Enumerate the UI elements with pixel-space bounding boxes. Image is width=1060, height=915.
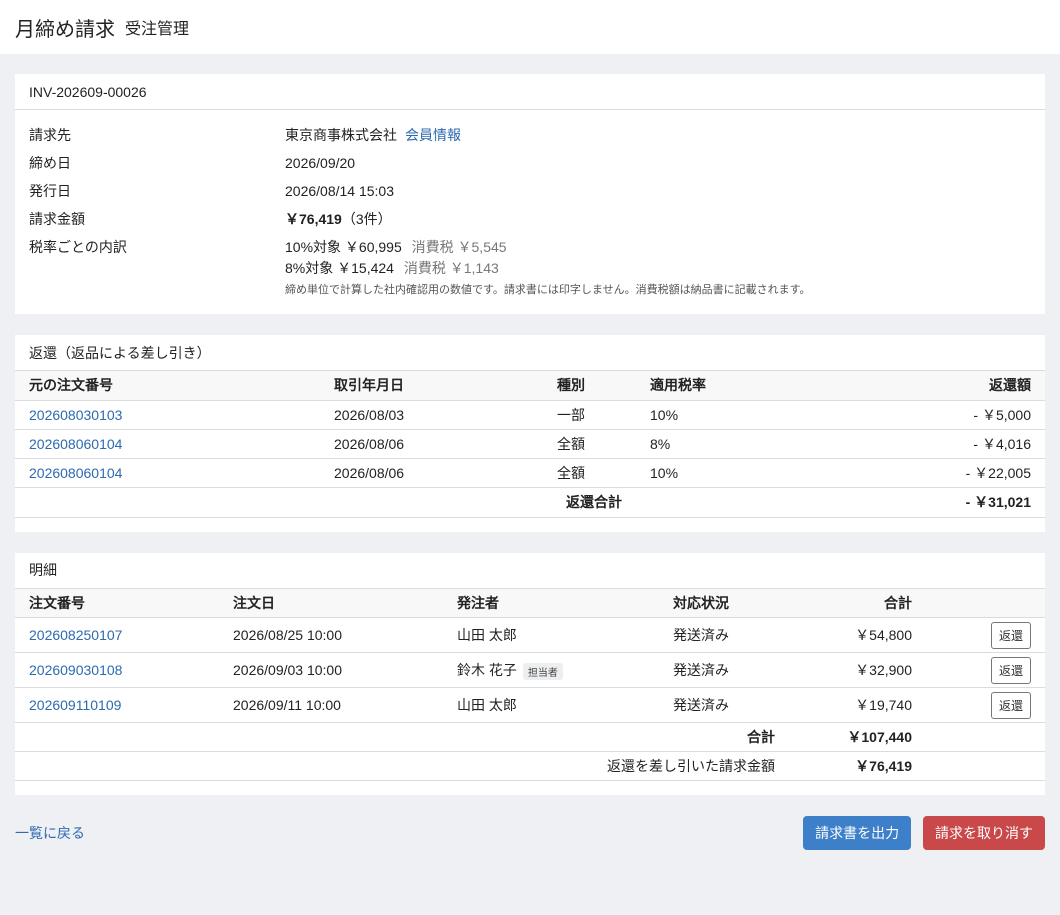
refund-rate: 10% [636,400,830,430]
tax-breakdown-row: 税率ごとの内訳 10%対象 ￥60,995 消費税 ￥5,545 8%対象 ￥1… [29,233,1031,300]
col-type: 種別 [543,371,636,401]
order-date: 2026/08/25 10:00 [219,617,443,653]
table-row: 202609110109 2026/09/11 10:00 山田 太郎 発送済み… [15,687,1045,723]
refund-date: 2026/08/03 [320,400,543,430]
cancel-invoice-button[interactable]: 請求を取り消す [923,816,1045,850]
col-original-order: 元の注文番号 [15,371,320,401]
table-row: 202608250107 2026/08/25 10:00 山田 太郎 発送済み… [15,617,1045,653]
table-row: 202609030108 2026/09/03 10:00 鈴木 花子 担当者 発… [15,652,1045,688]
refund-type: 一部 [543,400,636,430]
col-transaction-date: 取引年月日 [320,371,543,401]
order-status: 発送済み [659,652,789,688]
order-total: ￥19,740 [789,687,926,723]
col-status: 対応状況 [659,588,789,618]
order-status: 発送済み [659,617,789,653]
net-row: 返還を差し引いた請求金額 ￥76,419 [15,751,1045,781]
order-date: 2026/09/11 10:00 [219,687,443,723]
invoice-summary-card: INV-202609-00026 請求先 東京商事株式会社 会員情報 締め日 20… [15,74,1045,314]
tax-10-base: 10%対象 ￥60,995 [285,239,402,255]
page-subtitle: 受注管理 [125,21,190,38]
orderer: 山田 太郎 [443,687,659,723]
closing-date-label: 締め日 [29,155,71,171]
refund-order-link[interactable]: 202608060104 [29,436,122,452]
issue-date-label: 発行日 [29,183,71,199]
closing-date-value: 2026/09/20 [285,155,356,171]
order-status: 発送済み [659,687,789,723]
col-action [926,588,1045,618]
net-value: ￥76,419 [789,751,926,781]
refunds-table: 元の注文番号 取引年月日 種別 適用税率 返還額 202608030103 20… [15,371,1045,518]
amount-value: ￥76,419 [285,211,342,227]
refund-button[interactable]: 返還 [991,656,1031,684]
invoice-number: INV-202609-00026 [15,74,1045,110]
issue-date-value: 2026/08/14 15:03 [285,183,394,199]
refund-total-value: - ￥31,021 [829,487,1045,518]
amount-count: （3件） [341,211,392,227]
refund-order-link[interactable]: 202608060104 [29,465,122,481]
amount-label: 請求金額 [29,211,85,227]
refund-date: 2026/08/06 [320,429,543,459]
tax-10-amount: 消費税 ￥5,545 [411,239,507,255]
order-total: ￥54,800 [789,617,926,653]
refund-type: 全額 [543,429,636,459]
net-label: 返還を差し引いた請求金額 [15,751,789,781]
order-link[interactable]: 202609030108 [29,662,122,678]
refunds-title: 返還（返品による差し引き） [15,335,1045,371]
billing-to-value: 東京商事株式会社 [285,127,397,143]
sum-row: 合計 ￥107,440 [15,722,1045,752]
amount-row: 請求金額 ￥76,419（3件） [29,205,1031,233]
details-table: 注文番号 注文日 発注者 対応状況 合計 202608250107 2026/0… [15,588,1045,781]
page-title: 月締め請求 [15,18,115,41]
table-row: 202608060104 2026/08/06 全額 8% - ￥4,016 [15,429,1045,459]
billing-to-row: 請求先 東京商事株式会社 会員情報 [29,121,1031,149]
tax-8-base: 8%対象 ￥15,424 [285,260,394,276]
closing-date-row: 締め日 2026/09/20 [29,149,1031,177]
refunds-card: 返還（返品による差し引き） 元の注文番号 取引年月日 種別 適用税率 返還額 2… [15,335,1045,532]
col-tax-rate: 適用税率 [636,371,830,401]
refund-rate: 10% [636,458,830,488]
order-link[interactable]: 202609110109 [29,697,121,713]
refund-order-link[interactable]: 202608030103 [29,407,122,423]
details-card: 明細 注文番号 注文日 発注者 対応状況 合計 202608250107 202… [15,552,1045,795]
refund-amount: - ￥5,000 [829,400,1045,430]
sum-label: 合計 [15,722,789,752]
refund-amount: - ￥22,005 [829,458,1045,488]
staff-badge: 担当者 [522,662,563,680]
refund-button[interactable]: 返還 [991,621,1031,649]
col-refund-amount: 返還額 [829,371,1045,401]
tax-8-amount: 消費税 ￥1,143 [403,260,499,276]
top-bar: 月締め請求 受注管理 [0,0,1060,54]
footer: 一覧に戻る 請求書を出力 請求を取り消す [15,816,1045,850]
tax-note: 締め単位で計算した社内確認用の数値です。請求書には印字しません。消費税額は納品書… [285,284,811,296]
order-date: 2026/09/03 10:00 [219,652,443,688]
refund-total-label: 返還合計 [320,487,636,518]
issue-date-row: 発行日 2026/08/14 15:03 [29,177,1031,205]
col-order-date: 注文日 [219,588,443,618]
table-row: 202608060104 2026/08/06 全額 10% - ￥22,005 [15,458,1045,488]
orderer: 鈴木 花子 [457,662,517,678]
footer-actions: 請求書を出力 請求を取り消す [795,816,1045,850]
refund-total-row: 返還合計 - ￥31,021 [15,487,1045,518]
refund-rate: 8% [636,429,830,459]
refund-date: 2026/08/06 [320,458,543,488]
refund-type: 全額 [543,458,636,488]
order-total: ￥32,900 [789,652,926,688]
col-orderer: 発注者 [443,588,659,618]
col-order-number: 注文番号 [15,588,219,618]
export-invoice-button[interactable]: 請求書を出力 [803,816,912,850]
billing-to-label: 請求先 [29,127,71,143]
tax-breakdown-label: 税率ごとの内訳 [29,239,127,255]
order-link[interactable]: 202608250107 [29,627,122,643]
orderer: 山田 太郎 [443,617,659,653]
refund-button[interactable]: 返還 [991,691,1031,719]
col-total: 合計 [789,588,926,618]
sum-value: ￥107,440 [789,722,926,752]
back-to-list-link[interactable]: 一覧に戻る [15,823,85,843]
details-title: 明細 [15,553,1045,589]
table-row: 202608030103 2026/08/03 一部 10% - ￥5,000 [15,400,1045,430]
refund-amount: - ￥4,016 [829,429,1045,459]
member-info-link[interactable]: 会員情報 [405,127,461,143]
